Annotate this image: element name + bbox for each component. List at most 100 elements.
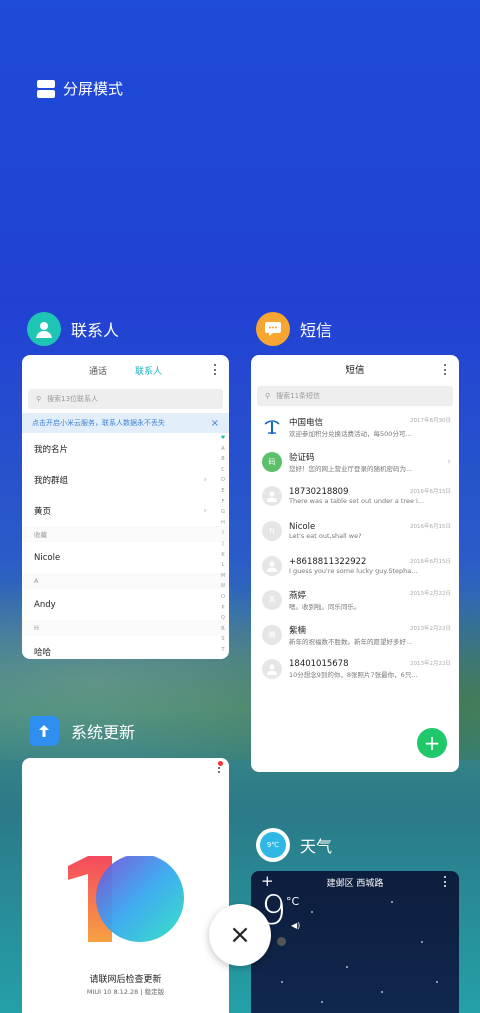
contacts-app-header: 联系人 (27, 312, 119, 346)
contact-row[interactable]: 我的群组 › (22, 464, 229, 495)
alpha-index-letter[interactable]: I (219, 528, 227, 539)
alpha-index-letter[interactable]: M (219, 571, 227, 582)
weather-icon-temp: 9℃ (260, 832, 286, 858)
tab-calls[interactable]: 通话 (89, 364, 107, 377)
chevron-right-icon: › (203, 505, 207, 516)
alpha-index-letter[interactable]: B (219, 454, 227, 465)
sms-date: 2016年6月15日 (410, 558, 451, 565)
alpha-index-letter[interactable]: F (219, 497, 227, 508)
tab-contacts[interactable]: 联系人 (135, 364, 162, 377)
alpha-index-letter[interactable]: T (219, 645, 227, 656)
contact-row[interactable]: 哈哈 (22, 636, 229, 659)
person-avatar-icon (262, 555, 282, 576)
sms-thread-header: 燕婷 2013年2月22日 (289, 589, 451, 601)
alpha-index-letter[interactable]: E (219, 486, 227, 497)
sms-sender: +8618811322922 (289, 556, 367, 567)
sms-preview: There was a table set out under a tree i… (289, 497, 425, 506)
contacts-section-header: A (22, 573, 229, 589)
contacts-card[interactable]: 通话 联系人 ⚲ 搜索13位联系人 点击开启小米云服务，联系人数据永不丢失 × ♥… (22, 355, 229, 659)
contact-label: 哈哈 (34, 647, 52, 658)
contacts-app-name: 联系人 (71, 321, 120, 340)
sms-thread-text: 紫楠 2013年2月22日 新年的祝福数不胜数。新年的愿望好多好... (289, 624, 451, 646)
contact-row[interactable]: 黄页 › (22, 495, 229, 526)
update-caption: 请联网后检查更新 (89, 975, 162, 985)
split-screen-button[interactable]: 分屏模式 (37, 78, 123, 99)
sms-list: 中国电信 2017年8月30日 欢迎参加积分兑换话费活动，每500分可... 码验证码… (251, 410, 459, 687)
alpha-index-letter[interactable]: Q (219, 613, 227, 624)
sms-search-input[interactable]: ⚲ 搜索11条短信 (257, 386, 453, 406)
contacts-tabs: 通话 联系人 (22, 355, 229, 385)
sms-sender: 紫楠 (289, 625, 307, 636)
contacts-app-icon (27, 312, 61, 346)
sms-thread-row[interactable]: N Nicole 2016年6月15日 Let's eat out,shall we? (251, 514, 459, 549)
alpha-index-letter[interactable]: G (219, 507, 227, 518)
contacts-list: ♥ A B C D E F G H I J K L M N O P Q R S T 我的名片 我的群组 › 黄页 › 收藏 Nico… (22, 433, 229, 659)
alpha-index-letter[interactable]: H (219, 518, 227, 529)
alpha-index-letter[interactable]: O (219, 592, 227, 603)
alpha-index-letter[interactable]: K (219, 550, 227, 561)
contact-row[interactable]: Nicole (22, 542, 229, 573)
banner-close-icon[interactable]: × (211, 418, 219, 429)
sms-title-bar: 短信 (251, 355, 459, 383)
alpha-index-letter[interactable]: C (219, 465, 227, 476)
sms-thread-text: 燕婷 2013年2月22日 嗯。收到啦。同乐同乐。 (289, 589, 451, 611)
sms-preview: I guess you're some lucky guy.Stepha... (289, 566, 418, 575)
sms-thread-text: 验证码 您好！您的网上营业厅登录的随机密码为... (289, 451, 441, 473)
section-label: 收藏 (34, 531, 47, 539)
sms-preview: 您好！您的网上营业厅登录的随机密码为... (289, 464, 413, 473)
update-app-header: 系统更新 (29, 716, 135, 746)
search-icon: ⚲ (265, 392, 271, 400)
contacts-section-header: H (22, 620, 229, 636)
weather-card[interactable]: + 建邺区 西城路 9 °C ◀) (251, 871, 459, 1013)
cloud-service-banner[interactable]: 点击开启小米云服务，联系人数据永不丢失 × (22, 413, 229, 433)
contacts-search-input[interactable]: ⚲ 搜索13位联系人 (28, 389, 223, 409)
weather-app-name: 天气 (300, 837, 333, 856)
sms-date: 2013年2月22日 (410, 661, 451, 668)
verification-code-avatar: 码 (262, 451, 282, 472)
alpha-index-letter[interactable]: ♥ (219, 433, 227, 444)
alpha-index-letter[interactable]: L (219, 560, 227, 571)
sms-thread-text: 18401015678 2013年2月22日 10分想念9到的你，8张照片7张最你，… (289, 659, 451, 679)
sms-thread-row[interactable]: 燕燕婷 2013年2月22日 嗯。收到啦。同乐同乐。 (251, 583, 459, 618)
sms-thread-row[interactable]: 18401015678 2013年2月22日 10分想念9到的你，8张照片7张最你，… (251, 652, 459, 687)
sms-thread-row[interactable]: 18730218809 2016年6月15日 There was a table s… (251, 479, 459, 514)
alpha-index-letter[interactable]: R (219, 624, 227, 635)
china-telecom-logo-icon (262, 417, 282, 438)
sms-sender: 18401015678 (289, 659, 349, 670)
sms-sender: 验证码 (289, 452, 315, 463)
sms-thread-row[interactable]: +8618811322922 2016年6月15日 I guess you're s… (251, 548, 459, 583)
alpha-index-letter[interactable]: S (219, 634, 227, 645)
section-label: H (34, 624, 39, 632)
alpha-index-letter[interactable]: J (219, 539, 227, 550)
sms-date: 2016年6月15日 (410, 524, 451, 531)
contact-row[interactable]: 我的名片 (22, 433, 229, 464)
sms-thread-row[interactable]: 楠紫楠 2013年2月22日 新年的祝福数不胜数。新年的愿望好多好... (251, 618, 459, 653)
sms-thread-text: 18730218809 2016年6月15日 There was a table s… (289, 487, 451, 505)
sms-search-placeholder: 搜索11条短信 (276, 392, 321, 400)
contact-row[interactable]: Andy (22, 589, 229, 620)
sms-date: 2013年2月22日 (410, 591, 451, 598)
sms-card[interactable]: 短信 ⚲ 搜索11条短信 中国电信 2017年8月30日 欢迎参加积分兑换话费活动，每… (251, 355, 459, 772)
update-card[interactable]: 请联网后检查更新 MIUI 10 8.12.28 | 稳定版 (22, 758, 229, 1013)
sms-preview: 嗯。收到啦。同乐同乐。 (289, 603, 361, 612)
sms-thread-header: 紫楠 2013年2月22日 (289, 624, 451, 636)
split-screen-icon (37, 79, 55, 98)
more-menu-icon[interactable] (214, 364, 217, 375)
more-menu-icon[interactable] (444, 364, 447, 375)
close-all-button[interactable]: × (209, 904, 271, 966)
contact-label: 我的名片 (34, 444, 69, 455)
more-menu-icon[interactable] (444, 876, 447, 887)
alpha-index-letter[interactable]: A (219, 444, 227, 455)
sms-thread-row[interactable]: 码验证码 您好！您的网上营业厅登录的随机密码为... › (251, 445, 459, 480)
sms-thread-header: 18401015678 2013年2月22日 (289, 659, 451, 669)
sms-thread-row[interactable]: 中国电信 2017年8月30日 欢迎参加积分兑换话费活动，每500分可... (251, 410, 459, 445)
initial-avatar: N (262, 521, 282, 542)
speaker-icon[interactable]: ◀) (291, 921, 300, 930)
new-message-button[interactable]: + (417, 728, 447, 758)
alpha-index[interactable]: ♥ A B C D E F G H I J K L M N O P Q R S T (219, 433, 227, 655)
miui10-logo-icon (68, 856, 184, 942)
alpha-index-letter[interactable]: N (219, 581, 227, 592)
edit-icon[interactable] (277, 937, 286, 946)
alpha-index-letter[interactable]: P (219, 603, 227, 614)
alpha-index-letter[interactable]: D (219, 475, 227, 486)
